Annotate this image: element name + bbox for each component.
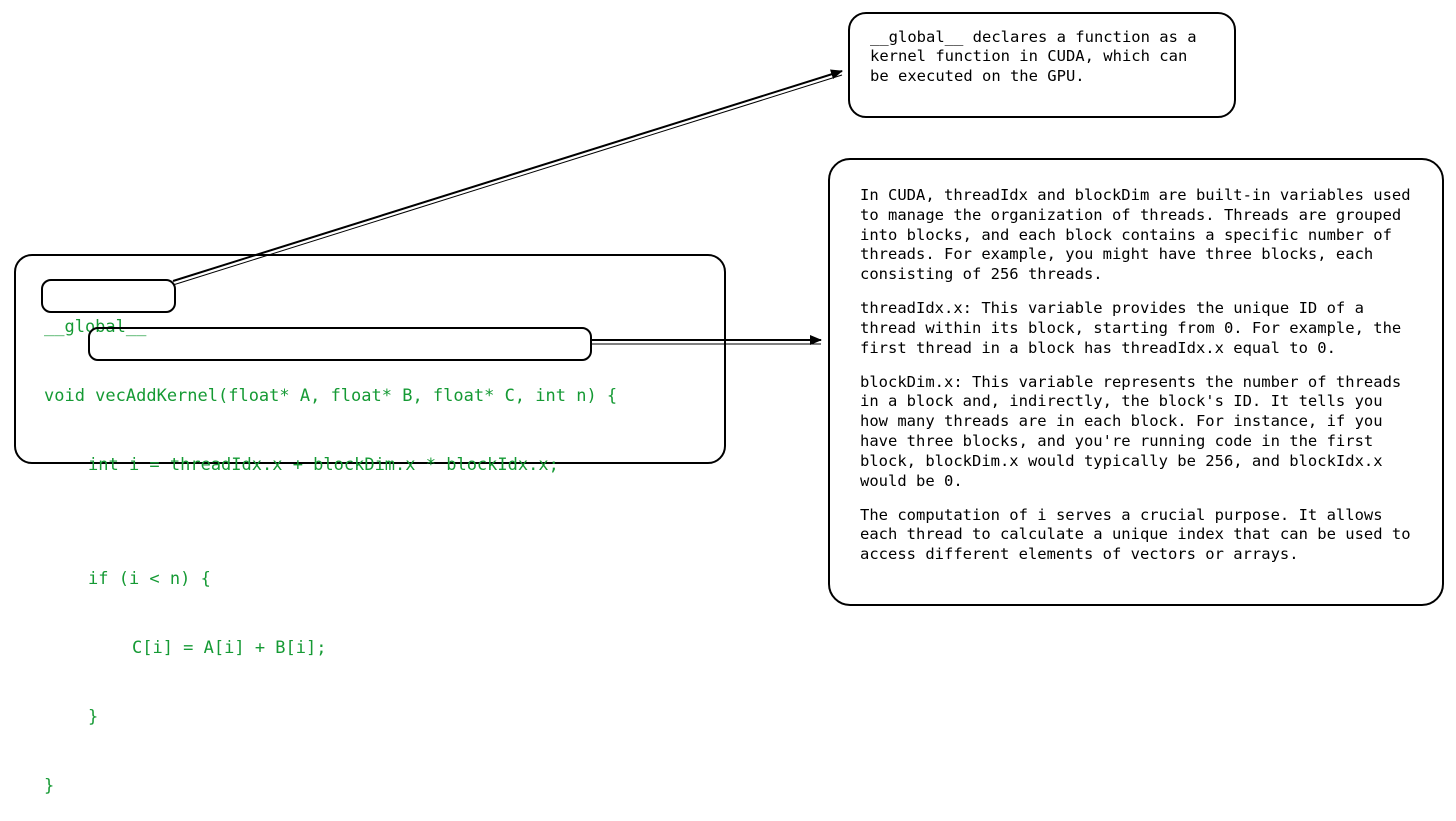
- annotation-global-keyword: __global__ declares a function as a kern…: [848, 12, 1236, 118]
- annotation-thread-p1: In CUDA, threadIdx and blockDim are buil…: [860, 186, 1412, 285]
- annotation-thread-p3: blockDim.x: This variable represents the…: [860, 373, 1412, 492]
- code-line-closebrace2: }: [44, 775, 706, 798]
- code-line-if: if (i < n) {: [44, 568, 706, 591]
- arrow-global-to-annotation: [173, 71, 842, 285]
- code-block: __global__ void vecAddKernel(float* A, f…: [14, 254, 726, 464]
- code-line-signature: void vecAddKernel(float* A, float* B, fl…: [44, 385, 706, 408]
- code-line-index: int i = threadIdx.x + blockDim.x * block…: [44, 454, 706, 477]
- annotation-global-text: __global__ declares a function as a kern…: [870, 28, 1214, 86]
- code-line-global: __global__: [44, 316, 706, 339]
- annotation-thread-p2: threadIdx.x: This variable provides the …: [860, 299, 1412, 358]
- annotation-thread-index: In CUDA, threadIdx and blockDim are buil…: [828, 158, 1444, 606]
- code-line-closebrace1: }: [44, 706, 706, 729]
- annotation-thread-p4: The computation of i serves a crucial pu…: [860, 506, 1412, 565]
- code-line-assign: C[i] = A[i] + B[i];: [44, 637, 706, 660]
